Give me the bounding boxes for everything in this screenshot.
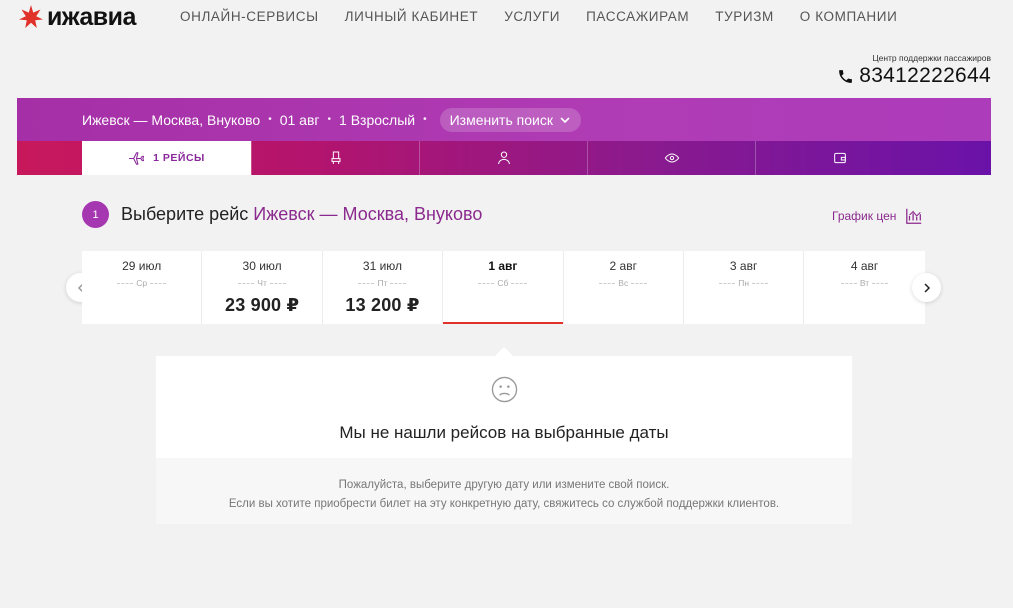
booking-steps: 1 РЕЙСЫ: [17, 141, 991, 175]
no-flights-card: Мы не нашли рейсов на выбранные даты Пож…: [156, 356, 852, 524]
no-flights-header: Мы не нашли рейсов на выбранные даты: [156, 356, 852, 458]
nav-about[interactable]: О КОМПАНИИ: [800, 9, 898, 24]
top-header: ижавиа ОНЛАЙН-СЕРВИСЫ ЛИЧНЫЙ КАБИНЕТ УСЛ…: [0, 0, 1013, 36]
date-label: 4 авг: [850, 259, 879, 273]
star-logo-icon: [19, 5, 43, 28]
nav-services[interactable]: УСЛУГИ: [504, 9, 560, 24]
date-option[interactable]: 4 авг Вт: [804, 251, 924, 324]
date-label: 30 июл: [242, 259, 282, 273]
title-route: Ижевск — Москва, Внуково: [253, 204, 483, 224]
steps-spacer: [17, 141, 82, 175]
weekday-label: Пн: [684, 278, 803, 288]
dates-next-button[interactable]: [912, 273, 941, 302]
hint-line-2: Если вы хотите приобрести билет на эту к…: [228, 498, 780, 510]
logo[interactable]: ижавиа: [18, 4, 136, 30]
date-option[interactable]: 3 авг Пн: [684, 251, 805, 324]
weekday-label: Сб: [443, 278, 562, 288]
date-option[interactable]: 31 июл Пт 13 200 ₽: [323, 251, 444, 324]
search-summary: Ижевск — Москва, Внуково • 01 авг • 1 Вз…: [17, 98, 991, 141]
support-block: Центр поддержки пассажиров 83412222644: [837, 53, 991, 88]
support-phone-number: 83412222644: [859, 64, 991, 87]
no-flights-title: Мы не нашли рейсов на выбранные даты: [339, 423, 669, 442]
date-price: 23 900 ₽: [224, 295, 300, 315]
date-option[interactable]: 30 июл Чт 23 900 ₽: [202, 251, 323, 324]
date-strip: 29 июл Ср 30 июл Чт 23 900 ₽ 31 июл Пт 1…: [82, 251, 925, 324]
change-search-label: Изменить поиск: [449, 111, 553, 128]
seat-icon: [331, 151, 340, 164]
weekday-label: Пт: [323, 278, 442, 288]
sad-face-icon: [491, 376, 517, 403]
plane-icon: [129, 151, 145, 165]
step-payment[interactable]: [755, 141, 923, 175]
phone-icon: [839, 69, 853, 83]
page-title: Выберите рейс Ижевск — Москва, Внуково: [121, 204, 482, 225]
date-label: 31 июл: [362, 259, 403, 273]
step-passengers[interactable]: [419, 141, 587, 175]
title-prefix: Выберите рейс: [121, 204, 249, 224]
date-label: 29 июл: [122, 259, 162, 273]
weekday-label: Вс: [564, 278, 683, 288]
price-chart-label: График цен: [832, 209, 897, 223]
date-label: 1 авг: [488, 259, 518, 273]
step-flights[interactable]: 1 РЕЙСЫ: [82, 141, 251, 175]
date-option-selected[interactable]: 1 авг Сб: [443, 251, 564, 324]
support-phone[interactable]: 83412222644: [837, 64, 991, 88]
separator-dot: •: [423, 114, 427, 125]
date-price: 13 200 ₽: [345, 295, 420, 315]
nav-tourism[interactable]: ТУРИЗМ: [715, 9, 774, 24]
price-chart-link[interactable]: График цен: [832, 207, 923, 225]
card-notch: [495, 347, 513, 356]
date-label: 2 авг: [609, 259, 637, 273]
date-label: 3 авг: [729, 259, 758, 273]
wallet-icon: [833, 152, 846, 164]
date-option[interactable]: 2 авг Вс: [564, 251, 684, 324]
weekday-label: Вт: [804, 278, 924, 288]
nav-personal-account[interactable]: ЛИЧНЫЙ КАБИНЕТ: [345, 9, 479, 24]
chevron-right-icon: [923, 282, 930, 293]
chevron-down-icon: [560, 116, 570, 123]
search-passengers: 1 Взрослый: [339, 111, 416, 128]
no-flights-hint: Пожалуйста, выберите другую дату или изм…: [156, 458, 852, 524]
step-seats[interactable]: [251, 141, 419, 175]
weekday-label: Ср: [82, 278, 201, 288]
nav-online-services[interactable]: ОНЛАЙН-СЕРВИСЫ: [180, 9, 319, 24]
step-flights-label: 1 РЕЙСЫ: [153, 152, 205, 164]
hint-line-1: Пожалуйста, выберите другую дату или изм…: [338, 479, 670, 491]
passenger-icon: [497, 151, 510, 165]
nav-passengers[interactable]: ПАССАЖИРАМ: [586, 9, 689, 24]
eye-icon: [664, 153, 679, 163]
search-route: Ижевск — Москва, Внуково: [82, 111, 261, 128]
separator-dot: •: [268, 114, 272, 125]
step-review[interactable]: [587, 141, 755, 175]
logo-text: ижавиа: [47, 3, 136, 31]
chart-icon: [906, 208, 922, 224]
step-number-badge: 1: [82, 201, 109, 228]
separator-dot: •: [327, 114, 332, 125]
change-search-button[interactable]: Изменить поиск: [439, 107, 581, 132]
support-label: Центр поддержки пассажиров: [872, 53, 991, 63]
weekday-label: Чт: [202, 278, 321, 288]
date-option[interactable]: 29 июл Ср: [82, 251, 203, 324]
search-date: 01 авг: [279, 111, 320, 128]
main-nav: ОНЛАЙН-СЕРВИСЫ ЛИЧНЫЙ КАБИНЕТ УСЛУГИ ПАС…: [180, 9, 923, 24]
